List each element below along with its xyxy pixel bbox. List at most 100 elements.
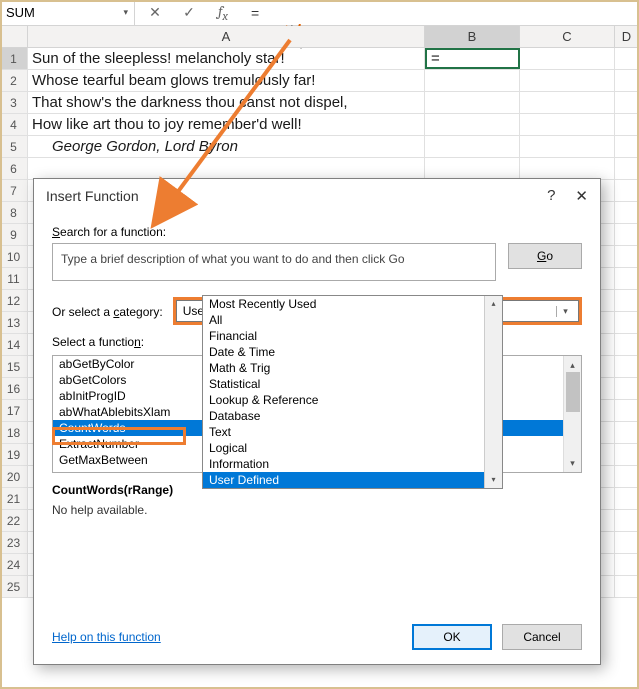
row-header[interactable]: 17 [0, 400, 28, 421]
row-header[interactable]: 11 [0, 268, 28, 289]
row-header[interactable]: 7 [0, 180, 28, 201]
row-header[interactable]: 25 [0, 576, 28, 597]
cell[interactable] [615, 422, 639, 443]
row-header[interactable]: 13 [0, 312, 28, 333]
row-header[interactable]: 4 [0, 114, 28, 135]
cell[interactable] [615, 180, 639, 201]
cell[interactable] [520, 158, 615, 179]
row-header[interactable]: 18 [0, 422, 28, 443]
scroll-up-icon[interactable]: ▴ [485, 296, 502, 312]
row-header[interactable]: 24 [0, 554, 28, 575]
cell[interactable] [520, 92, 615, 113]
category-option[interactable]: Lookup & Reference [203, 392, 502, 408]
cell[interactable] [615, 488, 639, 509]
row-header[interactable]: 2 [0, 70, 28, 91]
row-header[interactable]: 15 [0, 356, 28, 377]
name-box-dropdown-icon[interactable]: ▾ [123, 7, 128, 18]
search-input[interactable]: Type a brief description of what you wan… [52, 243, 496, 281]
cell[interactable] [615, 202, 639, 223]
cell[interactable] [520, 70, 615, 91]
category-option[interactable]: User Defined [203, 472, 502, 488]
cancel-icon[interactable]: ✕ [145, 4, 165, 21]
row-header[interactable]: 19 [0, 444, 28, 465]
row-header[interactable]: 22 [0, 510, 28, 531]
cell[interactable] [615, 136, 639, 157]
cell[interactable]: That show's the darkness thou canst not … [28, 92, 425, 113]
col-header-c[interactable]: C [520, 26, 615, 47]
row-header[interactable]: 12 [0, 290, 28, 311]
row-header[interactable]: 3 [0, 92, 28, 113]
cell[interactable] [615, 378, 639, 399]
dialog-titlebar[interactable]: Insert Function ? ✕ [34, 179, 600, 213]
cell[interactable]: George Gordon, Lord Byron [28, 136, 425, 157]
select-all-corner[interactable] [0, 26, 28, 47]
scroll-thumb[interactable] [566, 372, 580, 412]
cell[interactable] [615, 48, 639, 69]
cell[interactable] [615, 114, 639, 135]
cell[interactable] [615, 312, 639, 333]
cell[interactable]: Whose tearful beam glows tremulously far… [28, 70, 425, 91]
row-header[interactable]: 9 [0, 224, 28, 245]
insert-function-icon[interactable]: fx [213, 2, 233, 24]
cell[interactable] [615, 224, 639, 245]
row-header[interactable]: 21 [0, 488, 28, 509]
cell[interactable] [425, 136, 520, 157]
cell[interactable] [615, 466, 639, 487]
category-option[interactable]: Information [203, 456, 502, 472]
category-option[interactable]: Math & Trig [203, 360, 502, 376]
cell[interactable] [615, 554, 639, 575]
name-box[interactable]: SUM ▾ [0, 0, 135, 25]
category-option[interactable]: Most Recently Used [203, 296, 502, 312]
category-option[interactable]: Logical [203, 440, 502, 456]
cell[interactable]: How like art thou to joy remember'd well… [28, 114, 425, 135]
category-option[interactable]: Statistical [203, 376, 502, 392]
category-option[interactable]: Date & Time [203, 344, 502, 360]
scroll-down-icon[interactable]: ▾ [485, 472, 502, 488]
cell[interactable] [520, 136, 615, 157]
cell[interactable] [615, 510, 639, 531]
cell[interactable] [615, 356, 639, 377]
cell[interactable] [615, 334, 639, 355]
cell[interactable] [425, 158, 520, 179]
active-cell[interactable]: = [425, 48, 520, 69]
help-link[interactable]: Help on this function [52, 630, 161, 644]
go-button[interactable]: Go [508, 243, 582, 269]
cancel-button[interactable]: Cancel [502, 624, 582, 650]
category-dropdown-list[interactable]: Most Recently UsedAllFinancialDate & Tim… [202, 295, 503, 489]
category-option[interactable]: Text [203, 424, 502, 440]
cell[interactable] [615, 290, 639, 311]
row-header[interactable]: 14 [0, 334, 28, 355]
cell[interactable] [425, 70, 520, 91]
cell[interactable] [425, 114, 520, 135]
row-header[interactable]: 5 [0, 136, 28, 157]
row-header[interactable]: 23 [0, 532, 28, 553]
row-header[interactable]: 1 [0, 48, 28, 69]
cell[interactable] [615, 576, 639, 597]
row-header[interactable]: 6 [0, 158, 28, 179]
function-list-scrollbar[interactable]: ▴ ▾ [563, 356, 581, 472]
cell[interactable] [615, 532, 639, 553]
category-option[interactable]: Database [203, 408, 502, 424]
col-header-b[interactable]: B [425, 26, 520, 47]
cell[interactable] [615, 444, 639, 465]
chevron-down-icon[interactable]: ▾ [556, 306, 574, 317]
cell[interactable] [425, 92, 520, 113]
category-option[interactable]: Financial [203, 328, 502, 344]
cell[interactable] [615, 268, 639, 289]
row-header[interactable]: 16 [0, 378, 28, 399]
dropdown-scrollbar[interactable]: ▴ ▾ [484, 296, 502, 488]
col-header-a[interactable]: A [28, 26, 425, 47]
cell[interactable]: Sun of the sleepless! melancholy star! [28, 48, 425, 69]
cell[interactable] [520, 114, 615, 135]
row-header[interactable]: 10 [0, 246, 28, 267]
help-icon[interactable]: ? [547, 187, 555, 205]
enter-icon[interactable]: ✓ [179, 4, 199, 21]
cell[interactable] [615, 246, 639, 267]
close-icon[interactable]: ✕ [575, 187, 588, 205]
col-header-d[interactable]: D [615, 26, 639, 47]
row-header[interactable]: 8 [0, 202, 28, 223]
category-option[interactable]: All [203, 312, 502, 328]
row-header[interactable]: 20 [0, 466, 28, 487]
scroll-down-icon[interactable]: ▾ [564, 454, 581, 472]
cell[interactable] [520, 48, 615, 69]
